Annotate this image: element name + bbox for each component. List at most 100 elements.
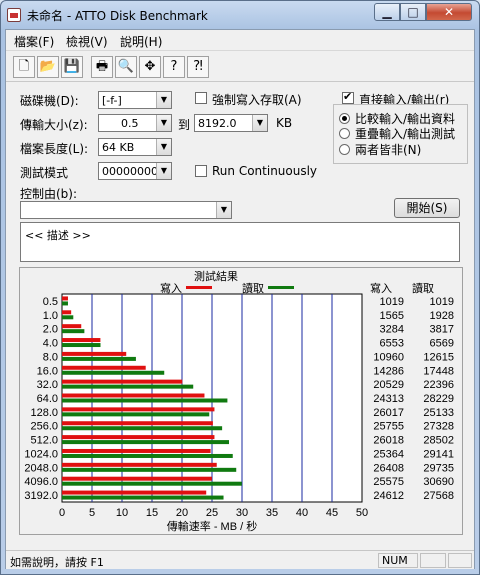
x-tick-label: 25: [206, 507, 218, 519]
status-help-text: 如需說明，請按 F1: [10, 556, 104, 569]
save-icon[interactable]: 💾: [61, 56, 83, 78]
transfer-to-select[interactable]: 8192.0 ▼: [194, 114, 268, 132]
radio-neither[interactable]: [339, 144, 350, 155]
menu-file[interactable]: 檔案(F): [14, 33, 54, 50]
app-window: 未命名 - ATTO Disk Benchmark ▁ □ ✕ 檔案(F) 檢視…: [0, 0, 480, 575]
close-button[interactable]: ✕: [426, 3, 472, 21]
category-label: 4096.0: [24, 476, 58, 488]
read-bar: [62, 453, 233, 458]
read-value: 12615: [423, 351, 454, 363]
category-label: 16.0: [37, 365, 58, 377]
write-bar: [62, 448, 211, 453]
file-length-select[interactable]: 64 KB ▼: [98, 138, 172, 156]
kb-label: KB: [276, 116, 293, 130]
chevron-down-icon[interactable]: ▼: [156, 115, 171, 131]
radio-overlap-label: 重疊輸入/輸出測試: [355, 127, 456, 141]
write-value: 26408: [373, 462, 404, 474]
write-value: 25755: [373, 421, 404, 433]
category-label: 1.0: [43, 310, 58, 322]
controlled-by-select[interactable]: ▼: [20, 201, 232, 219]
write-value: 25575: [373, 476, 404, 488]
category-label: 4.0: [43, 338, 58, 350]
read-value: 22396: [423, 379, 454, 391]
transfer-from-select[interactable]: 0.5 ▼: [98, 114, 172, 132]
legend-write-swatch: [186, 286, 212, 289]
results-panel: 測試結果 寫入 讀取 0 5 10 15 20 25 30 35 40 45 50 傳輸速率 - MB / …: [19, 267, 463, 535]
start-button[interactable]: 開始(S): [394, 198, 460, 218]
x-tick-label: 20: [176, 507, 188, 519]
chevron-down-icon[interactable]: ▼: [156, 92, 171, 108]
read-bar: [62, 356, 136, 361]
write-bar: [62, 462, 217, 467]
x-tick-label: 0: [59, 507, 65, 519]
category-label: 256.0: [30, 421, 58, 433]
category-label: 32.0: [37, 379, 58, 391]
read-value: 17448: [423, 365, 454, 377]
chart-title: 測試結果: [194, 269, 238, 283]
write-bar: [62, 421, 213, 426]
run-continuously-label: Run Continuously: [212, 164, 318, 178]
drive-select[interactable]: [-f-] ▼: [98, 91, 172, 109]
run-continuously-checkbox[interactable]: [195, 165, 207, 177]
test-pattern-select[interactable]: 00000000 ▼: [98, 162, 172, 180]
description-text: << 描述 >>: [25, 229, 91, 242]
radio-overlap[interactable]: [339, 128, 350, 139]
transfer-to-value: 8192.0: [198, 117, 237, 130]
status-pane-2: [448, 553, 472, 568]
write-value: 6553: [380, 338, 404, 350]
write-bar: [62, 490, 207, 495]
chevron-down-icon[interactable]: ▼: [156, 139, 171, 155]
category-label: 512.0: [30, 435, 58, 447]
description-box[interactable]: << 描述 >>: [20, 222, 460, 262]
x-tick-label: 5: [89, 507, 95, 519]
drive-value: [-f-]: [102, 94, 122, 107]
print-preview-icon[interactable]: 🔍: [115, 56, 137, 78]
write-value: 14286: [373, 365, 404, 377]
legend-read-label: 讀取: [242, 281, 264, 295]
direct-io-checkbox[interactable]: [342, 90, 354, 104]
maximize-button[interactable]: □: [400, 3, 426, 21]
write-bar: [62, 379, 183, 384]
menu-bar: 檔案(F) 檢視(V) 說明(H): [6, 30, 474, 51]
minimize-button[interactable]: ▁: [374, 3, 400, 21]
read-value: 29735: [423, 462, 454, 474]
write-bar: [62, 338, 101, 343]
radio-neither-label: 兩者皆非(N): [355, 143, 422, 157]
test-pattern-label: 測試模式: [20, 166, 69, 180]
x-tick-label: 35: [266, 507, 278, 519]
write-value: 26018: [373, 435, 404, 447]
menu-help[interactable]: 說明(H): [120, 33, 162, 50]
category-label: 8.0: [43, 351, 58, 363]
read-bar: [62, 440, 230, 445]
column-header-write: 寫入: [370, 281, 392, 295]
app-icon[interactable]: [7, 8, 21, 22]
read-bar: [62, 370, 165, 375]
read-bar: [62, 412, 210, 417]
chevron-down-icon[interactable]: ▼: [252, 115, 267, 131]
write-bar: [62, 324, 82, 329]
open-icon[interactable]: 📂: [37, 56, 59, 78]
write-bar: [62, 407, 215, 412]
force-write-checkbox[interactable]: [195, 92, 207, 104]
new-icon[interactable]: 🗋: [13, 56, 35, 78]
move-icon[interactable]: ✥: [139, 56, 161, 78]
write-bar: [62, 435, 215, 440]
help-icon[interactable]: ?: [163, 56, 185, 78]
category-label: 64.0: [37, 393, 58, 405]
read-value: 30690: [423, 476, 454, 488]
x-tick-label: 10: [116, 507, 128, 519]
num-lock-indicator: NUM: [378, 553, 418, 568]
context-help-icon[interactable]: ⁈: [187, 56, 209, 78]
file-length-value: 64 KB: [102, 141, 135, 154]
print-icon[interactable]: 🖶: [91, 56, 113, 78]
write-bar: [62, 393, 205, 398]
read-bar: [62, 467, 237, 472]
chevron-down-icon[interactable]: ▼: [156, 163, 171, 179]
write-value: 1019: [380, 296, 404, 308]
chevron-down-icon[interactable]: ▼: [216, 202, 231, 218]
write-value: 26017: [373, 407, 404, 419]
menu-view[interactable]: 檢視(V): [66, 33, 108, 50]
radio-compare[interactable]: [339, 113, 350, 124]
read-value: 6569: [430, 338, 454, 350]
write-bar: [62, 351, 127, 356]
